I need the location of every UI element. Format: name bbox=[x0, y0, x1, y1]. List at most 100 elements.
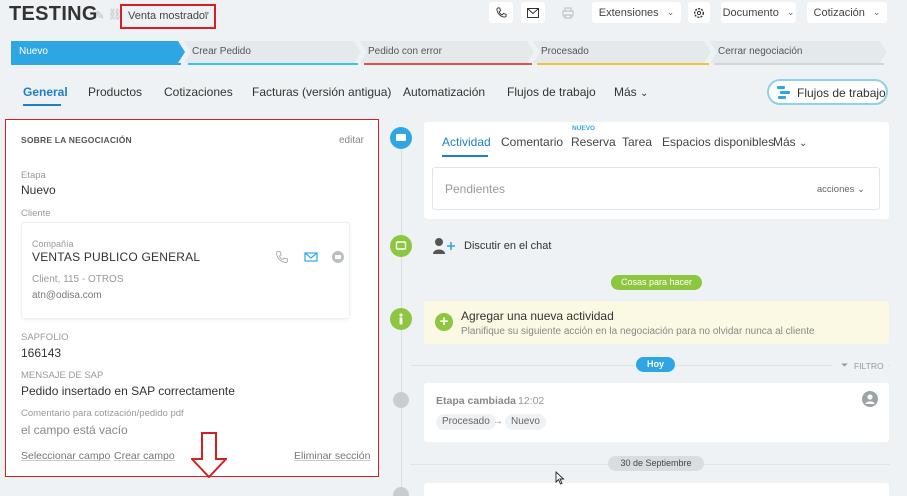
tab-automatizacion[interactable]: Automatización bbox=[403, 85, 485, 99]
stage-change-time: 12:02 bbox=[518, 395, 545, 407]
client-field-label: Cliente bbox=[21, 208, 51, 219]
document-label: Documento bbox=[722, 6, 779, 19]
deal-info-panel: SOBRE LA NEGOCIACIÓN editar Etapa Nuevo … bbox=[6, 120, 378, 476]
quote-label: Cotización bbox=[813, 6, 865, 19]
tab-actividad[interactable]: Actividad bbox=[442, 135, 491, 149]
workflows-button-label: Flujos de trabajo bbox=[797, 86, 886, 100]
extensions-label: Extensiones bbox=[598, 6, 659, 19]
stage-procesado[interactable]: Procesado bbox=[533, 41, 711, 63]
stage-to-chip: Nuevo bbox=[505, 414, 546, 430]
chat-bubble-icon bbox=[395, 241, 407, 250]
edit-pencil-icon[interactable]: ✎ bbox=[95, 9, 104, 22]
new-badge: NUEVO bbox=[572, 125, 596, 132]
deal-title: TESTING bbox=[9, 3, 98, 25]
extensions-button[interactable]: Extensiones ⌄ bbox=[592, 2, 681, 23]
stage-from-chip: Procesado bbox=[436, 414, 496, 430]
user-avatar-icon[interactable] bbox=[862, 391, 878, 407]
stage-change-entry: Etapa cambiada 12:02 Procesado → Nuevo bbox=[424, 383, 889, 442]
pipeline-stages: Nuevo Crear Pedido Pedido con error Proc… bbox=[11, 41, 887, 65]
stage-color-line bbox=[364, 63, 532, 65]
envelope-icon[interactable] bbox=[304, 250, 318, 264]
client-email[interactable]: atn@odisa.com bbox=[32, 290, 102, 301]
tab-general[interactable]: General bbox=[23, 85, 68, 99]
stage-nuevo[interactable]: Nuevo bbox=[11, 41, 185, 63]
stage-label: Nuevo bbox=[19, 46, 48, 57]
select-field-link[interactable]: Seleccionar campo bbox=[21, 450, 110, 462]
pending-input[interactable]: Pendientes acciones ⌄ bbox=[432, 167, 880, 210]
stage-field-label: Etapa bbox=[21, 170, 46, 181]
chat-row[interactable]: Discutir en el chat bbox=[424, 231, 889, 261]
tab-productos[interactable]: Productos bbox=[88, 85, 142, 99]
filter-button[interactable]: ⏷ FILTRO bbox=[833, 358, 888, 373]
filter-label: FILTRO bbox=[854, 361, 884, 371]
workflows-button[interactable]: Flujos de trabajo bbox=[767, 79, 888, 105]
stage-label: Cerrar negociación bbox=[718, 46, 803, 57]
client-card[interactable]: Compañía VENTAS PUBLICO GENERAL Client, … bbox=[22, 223, 349, 318]
add-activity-card[interactable]: + Agregar una nueva actividad Planifique… bbox=[424, 301, 889, 344]
add-activity-subtitle: Planifique su siguiente acción en la neg… bbox=[461, 326, 815, 337]
phone-icon[interactable] bbox=[275, 250, 289, 264]
chat-bubble-icon bbox=[396, 134, 406, 141]
tab-espacios[interactable]: Espacios disponibles bbox=[662, 135, 774, 149]
header: TESTING ✎ ⛓ Venta mostrador ▾ Extensione… bbox=[0, 0, 907, 36]
tab-mas-activity[interactable]: Más ⌄ bbox=[773, 135, 807, 149]
tab-mas-label: Más bbox=[773, 135, 796, 149]
stage-crear-pedido[interactable]: Crear Pedido bbox=[184, 41, 361, 63]
activity-timeline-icon bbox=[390, 127, 412, 149]
client-name[interactable]: VENTAS PUBLICO GENERAL bbox=[32, 250, 200, 264]
tab-comentario[interactable]: Comentario bbox=[501, 135, 563, 149]
quote-button[interactable]: Cotización ⌄ bbox=[807, 2, 887, 23]
chat-timeline-icon bbox=[390, 235, 412, 257]
create-field-link[interactable]: Crear campo bbox=[114, 450, 175, 462]
chevron-down-icon: ⌄ bbox=[872, 7, 881, 17]
timeline-icon bbox=[393, 487, 409, 496]
workflow-icon bbox=[777, 86, 790, 99]
comment-value: el campo está vacío bbox=[21, 423, 128, 437]
arrow-right-icon: → bbox=[493, 416, 503, 427]
down-arrow-annotation bbox=[191, 432, 227, 478]
chevron-down-icon: ⌄ bbox=[857, 184, 865, 195]
stage-color-line bbox=[188, 63, 358, 65]
chat-label: Discutir en el chat bbox=[464, 240, 552, 252]
tab-reserva[interactable]: Reserva bbox=[571, 135, 616, 149]
print-button[interactable] bbox=[556, 2, 580, 23]
sap-message-label: MENSAJE DE SAP bbox=[21, 370, 104, 381]
stage-label: Procesado bbox=[541, 46, 589, 57]
comment-label: Comentario para cotización/pedido pdf bbox=[21, 408, 184, 419]
edit-link[interactable]: editar bbox=[339, 135, 364, 146]
tab-mas[interactable]: Más ⌄ bbox=[614, 85, 648, 99]
todo-timeline-icon bbox=[390, 308, 412, 330]
stage-color-line bbox=[11, 63, 181, 65]
category-selector[interactable]: Venta mostrador ▾ bbox=[120, 4, 216, 29]
filter-icon: ⏷ bbox=[841, 360, 849, 370]
tab-tarea[interactable]: Tarea bbox=[622, 135, 652, 149]
document-button[interactable]: Documento ⌄ bbox=[721, 2, 796, 23]
chevron-down-icon: ⌄ bbox=[640, 88, 649, 99]
active-tab-underline bbox=[23, 104, 61, 106]
email-button[interactable] bbox=[521, 2, 545, 23]
stage-change-timeline-icon bbox=[393, 392, 409, 408]
tab-facturas[interactable]: Facturas (versión antigua) bbox=[252, 85, 391, 99]
tab-cotizaciones[interactable]: Cotizaciones bbox=[164, 85, 233, 99]
tab-flujos[interactable]: Flujos de trabajo bbox=[507, 85, 596, 99]
category-label: Venta mostrador bbox=[128, 10, 209, 22]
chat-icon[interactable] bbox=[331, 250, 345, 264]
phone-icon bbox=[495, 7, 507, 18]
chevron-down-icon: ⌄ bbox=[799, 138, 808, 149]
stage-label: Pedido con error bbox=[368, 46, 442, 57]
call-button[interactable] bbox=[489, 2, 513, 23]
stage-pedido-error[interactable]: Pedido con error bbox=[360, 41, 534, 63]
delete-section-link[interactable]: Eliminar sección bbox=[294, 450, 370, 462]
active-tab-underline bbox=[442, 155, 488, 157]
chat-user-add-icon bbox=[433, 238, 455, 254]
todo-pill: Cosas para hacer bbox=[611, 275, 702, 290]
print-icon bbox=[562, 7, 574, 18]
actions-dropdown[interactable]: acciones ⌄ bbox=[817, 184, 865, 195]
info-icon bbox=[399, 313, 403, 325]
stage-cerrar-negociacion[interactable]: Cerrar negociación bbox=[710, 41, 887, 63]
gear-icon bbox=[693, 7, 705, 18]
client-subtitle: Client, 115 - OTROS bbox=[32, 274, 124, 285]
tab-mas-label: Más bbox=[614, 85, 637, 99]
chevron-down-icon: ▾ bbox=[204, 9, 210, 20]
settings-button[interactable] bbox=[688, 2, 710, 23]
